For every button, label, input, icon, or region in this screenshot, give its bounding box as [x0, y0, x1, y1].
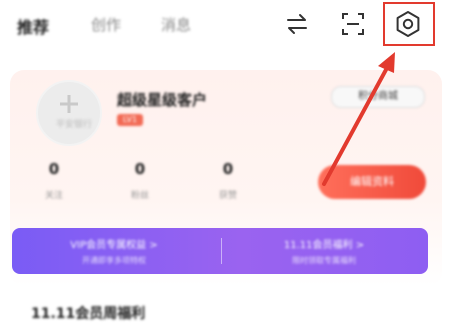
annotation-arrow: [322, 52, 395, 186]
